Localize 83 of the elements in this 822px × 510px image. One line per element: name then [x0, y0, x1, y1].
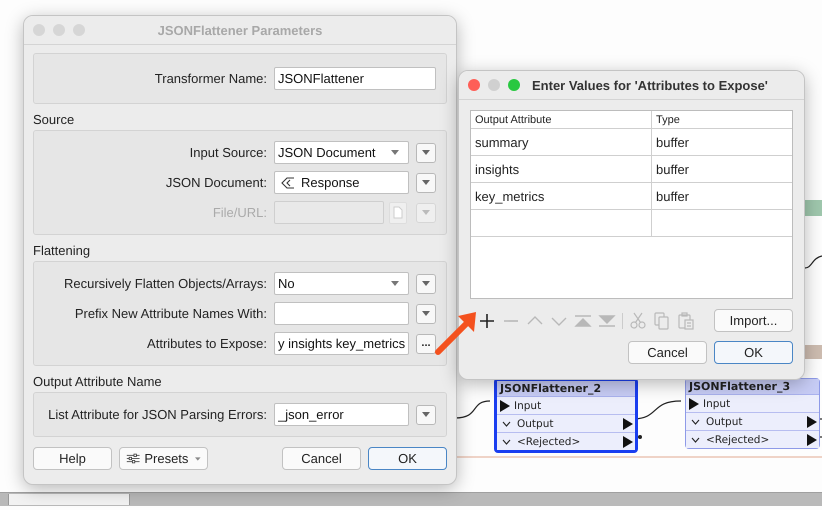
transformer-node[interactable]: JSONFlattener_3 Input Output <Rejected> — [685, 378, 820, 449]
caret-icon — [422, 281, 430, 286]
presets-button[interactable]: Presets — [119, 447, 208, 470]
menu-button[interactable] — [416, 172, 436, 192]
table-cell[interactable]: summary — [471, 129, 652, 155]
text-field[interactable] — [274, 302, 409, 325]
caret-icon — [422, 412, 430, 417]
field-label: Recursively Flatten Objects/Arrays: — [62, 276, 267, 292]
window-title: Enter Values for 'Attributes to Expose' — [531, 78, 769, 92]
caret-icon — [195, 456, 201, 460]
port-label: Output — [706, 416, 744, 428]
text-field[interactable]: _json_error — [274, 403, 409, 426]
annotation-arrow — [435, 312, 476, 355]
table-cell[interactable]: key_metrics — [471, 183, 652, 209]
port-arrow-icon — [807, 434, 817, 446]
caret-icon — [391, 281, 399, 286]
cancel-button[interactable]: Cancel — [628, 341, 707, 364]
field-label: List Attribute for JSON Parsing Errors: — [47, 406, 267, 422]
menu-button[interactable] — [416, 304, 436, 324]
plus-icon[interactable] — [478, 312, 496, 330]
field-label: JSON Document: — [164, 174, 267, 190]
attribute-field[interactable]: Response — [274, 171, 409, 194]
chevron-down-icon[interactable] — [691, 418, 700, 424]
ok-button[interactable]: OK — [714, 341, 793, 364]
table-cell[interactable]: insights — [471, 156, 652, 182]
column-header[interactable]: Type — [652, 111, 792, 128]
connector-line — [804, 255, 822, 269]
zoom-button[interactable] — [508, 79, 520, 91]
cancel-button[interactable]: Cancel — [282, 447, 361, 470]
caret-icon — [422, 180, 430, 185]
port-label: <Rejected> — [706, 434, 770, 446]
port-label: <Rejected> — [517, 436, 582, 448]
table-cell[interactable]: buffer — [652, 183, 792, 209]
browse-button[interactable] — [389, 202, 407, 224]
column-header[interactable]: Output Attribute — [471, 111, 652, 128]
connector-line — [454, 400, 490, 419]
window-title: JSONFlattener Parameters — [156, 22, 324, 38]
field-label: File/URL: — [212, 204, 267, 220]
node-title: JSONFlattener_2 — [497, 381, 635, 397]
port-label: Input — [514, 400, 542, 412]
port-arrow-icon — [623, 418, 633, 430]
field-label: Transformer Name: — [154, 70, 267, 86]
caret-icon — [422, 150, 430, 155]
attribute-icon — [281, 176, 295, 188]
chevron-down-icon[interactable] — [502, 420, 511, 426]
section-title: Source — [33, 112, 76, 128]
dropdown[interactable]: No — [274, 272, 409, 295]
help-button[interactable]: Help — [33, 447, 112, 470]
port-label: Input — [703, 398, 732, 410]
port-arrow-icon — [623, 436, 633, 448]
text-field[interactable]: y insights key_metrics — [274, 332, 409, 355]
dropdown[interactable]: JSON Document — [274, 141, 409, 164]
port-arrow-icon — [500, 400, 510, 412]
close-button[interactable] — [468, 79, 480, 91]
port-arrow-icon — [689, 398, 699, 410]
caret-icon — [422, 311, 430, 316]
node-title: JSONFlattener_3 — [686, 379, 819, 395]
table-cell[interactable]: buffer — [652, 156, 792, 182]
transformer-node[interactable]: JSONFlattener_2 Input Output <Rejected> — [494, 378, 638, 453]
field-label: Prefix New Attribute Names With: — [74, 306, 267, 322]
field-label: Input Source: — [188, 144, 267, 160]
sliders-icon — [126, 452, 140, 465]
menu-button[interactable] — [416, 404, 436, 424]
minimize-button[interactable] — [488, 79, 500, 91]
caret-icon — [391, 150, 399, 155]
section-title: Flattening — [33, 243, 92, 259]
table-cell[interactable]: buffer — [652, 129, 792, 155]
document-icon — [393, 206, 403, 219]
ok-button[interactable]: OK — [368, 447, 447, 470]
scrollbar[interactable] — [0, 492, 822, 506]
menu-button[interactable] — [416, 274, 436, 294]
port-label: Output — [517, 418, 554, 430]
browse-button[interactable]: ... — [416, 334, 436, 354]
caret-icon — [422, 210, 430, 215]
field-label: Attributes to Expose: — [146, 336, 267, 352]
port-arrow-icon — [807, 416, 817, 428]
chevron-down-icon[interactable] — [502, 438, 511, 444]
menu-button[interactable] — [416, 142, 436, 162]
scrollbar-thumb[interactable] — [8, 494, 130, 505]
section-title: Output Attribute Name — [33, 374, 163, 390]
text-field[interactable]: JSONFlattener — [274, 67, 436, 90]
import-button[interactable]: Import... — [714, 309, 793, 332]
chevron-down-icon[interactable] — [691, 436, 700, 442]
